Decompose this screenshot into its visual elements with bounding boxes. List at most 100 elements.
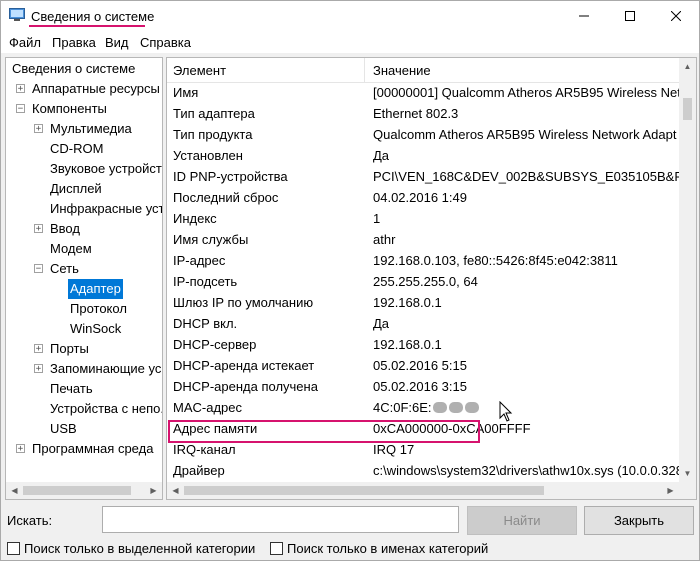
tree-item[interactable]: Сведения о системе [6,59,162,79]
cell-value-text: PCI\VEN_168C&DEV_002B&SUBSYS_E035105B&RE… [373,169,679,184]
list-horizontal-scrollbar[interactable]: ◀ ▶ [167,482,679,499]
title-highlight-underline [29,25,145,27]
search-category-names-option[interactable]: Поиск только в именах категорий [270,541,498,557]
tree-item-label: Запоминающие ус [50,361,162,376]
tree-item-label: Ввод [50,221,80,236]
expand-icon[interactable]: + [16,84,25,94]
table-row[interactable]: IP-подсеть 255.255.255.0, 64 [167,271,679,292]
find-button[interactable]: Найти [467,506,577,535]
tree-item[interactable]: + Запоминающие ус [6,359,162,379]
cell-item-name: Индекс [173,211,217,226]
menu-help[interactable]: Справка [140,35,191,50]
column-header-value[interactable]: Значение [373,63,431,78]
tree-item[interactable]: WinSock [6,319,162,339]
cell-item-value: athr [373,229,679,250]
tree-item-label: Адаптер [68,279,123,299]
expand-icon[interactable]: + [34,344,43,354]
expand-icon[interactable]: + [34,124,43,134]
cell-item-value: 192.168.0.103, fe80::5426:8f45:e042:3811 [373,250,679,271]
search-input[interactable] [102,506,459,533]
tree-item[interactable]: Адаптер [6,279,162,299]
cell-item-name: ID PNP-устройства [173,169,288,184]
close-button[interactable]: Закрыть [584,506,694,535]
tree-item[interactable]: CD-ROM [6,139,162,159]
collapse-icon[interactable]: − [34,264,43,274]
tree-item[interactable]: Звуковое устройст [6,159,162,179]
list-vertical-scrollbar[interactable]: ▲ ▼ [679,58,696,482]
search-selected-category-option[interactable]: Поиск только в выделенной категории [7,541,272,557]
table-row[interactable]: Индекс 1 [167,208,679,229]
cell-item-name: IP-адрес [173,253,226,268]
table-row[interactable]: DHCP-аренда истекает 05.02.2016 5:15 [167,355,679,376]
table-row[interactable]: DHCP вкл. Да [167,313,679,334]
tree-item[interactable]: Дисплей [6,179,162,199]
tree-item[interactable]: + Аппаратные ресурсы [6,79,162,99]
table-row[interactable]: Установлен Да [167,145,679,166]
menu-edit[interactable]: Правка [52,35,96,50]
tree-item-label: Дисплей [50,181,102,196]
tree-item-label: WinSock [70,321,122,336]
table-row[interactable]: Имя службы athr [167,229,679,250]
tree-item[interactable]: − Компоненты [6,99,162,119]
tree-item[interactable]: + Ввод [6,219,162,239]
table-row[interactable]: Тип адаптера Ethernet 802.3 [167,103,679,124]
expand-icon[interactable]: + [16,444,25,454]
scroll-left-icon[interactable]: ◀ [167,482,184,499]
tree-items: Сведения о системе + Аппаратные ресурсы − Ко… [6,58,162,482]
tree-item[interactable]: Устройства с непо. [6,399,162,419]
menu-view[interactable]: Вид [105,35,129,50]
checkbox[interactable] [270,542,283,555]
cell-item-name: DHCP вкл. [173,316,238,331]
table-row[interactable]: DHCP-сервер 192.168.0.1 [167,334,679,355]
scroll-up-icon[interactable]: ▲ [679,58,696,75]
table-row[interactable]: Имя [00000001] Qualcomm Atheros AR5B95 Wi… [167,83,679,103]
expand-icon[interactable]: + [34,224,43,234]
menu-file[interactable]: Файл [9,35,41,50]
tree-item[interactable]: Печать [6,379,162,399]
close-window-button[interactable] [653,1,699,31]
column-header-item[interactable]: Элемент [173,63,226,78]
list-hscroll-thumb[interactable] [184,486,544,495]
list-header: Элемент Значение [167,58,679,83]
tree-horizontal-scrollbar[interactable]: ◀ ▶ [6,482,162,499]
expand-icon[interactable]: + [34,364,43,374]
column-divider[interactable] [364,58,365,82]
tree-scroll-thumb[interactable] [23,486,131,495]
scroll-right-icon[interactable]: ▶ [145,482,162,499]
tree-item[interactable]: Инфракрасные уст [6,199,162,219]
cell-item-name: DHCP-аренда истекает [173,358,315,373]
cell-item-name: Шлюз IP по умолчанию [173,295,314,310]
table-row[interactable]: Драйвер c:\windows\system32\drivers\athw1… [167,460,679,481]
table-row[interactable]: Шлюз IP по умолчанию 192.168.0.1 [167,292,679,313]
list-vscroll-thumb[interactable] [683,98,692,120]
table-row[interactable]: DHCP-аренда получена 05.02.2016 3:15 [167,376,679,397]
table-row[interactable]: ID PNP-устройства PCI\VEN_168C&DEV_002B&S… [167,166,679,187]
maximize-button[interactable] [607,1,653,31]
tree-item[interactable]: + Программная среда [6,439,162,459]
scroll-right-icon[interactable]: ▶ [662,482,679,499]
minimize-button[interactable] [561,1,607,31]
table-row[interactable]: MAC-адрес 4C:0F:6E: [167,397,679,418]
cell-value-text: 05.02.2016 3:15 [373,379,467,394]
scroll-left-icon[interactable]: ◀ [6,482,23,499]
cell-item-value: 04.02.2016 1:49 [373,187,679,208]
cell-item-value: 1 [373,208,679,229]
menu-bar: Файл Правка Вид Справка [1,31,699,53]
tree-item[interactable]: + Порты [6,339,162,359]
window-title: Сведения о системе [31,9,155,24]
tree-item[interactable]: USB [6,419,162,439]
table-row[interactable]: Последний сброс 04.02.2016 1:49 [167,187,679,208]
tree-item[interactable]: Протокол [6,299,162,319]
checkbox[interactable] [7,542,20,555]
scroll-down-icon[interactable]: ▼ [679,465,696,482]
cell-item-name: DHCP-аренда получена [173,379,318,394]
cell-value-text: Да [373,316,390,331]
tree-item[interactable]: − Сеть [6,259,162,279]
tree-item-label: Инфракрасные уст [50,201,162,216]
tree-item[interactable]: Модем [6,239,162,259]
tree-item[interactable]: + Мультимедиа [6,119,162,139]
tree-item-label: USB [50,421,77,436]
table-row[interactable]: Тип продукта Qualcomm Atheros AR5B95 Wire… [167,124,679,145]
collapse-icon[interactable]: − [16,104,25,114]
table-row[interactable]: IP-адрес 192.168.0.103, fe80::5426:8f45:e… [167,250,679,271]
